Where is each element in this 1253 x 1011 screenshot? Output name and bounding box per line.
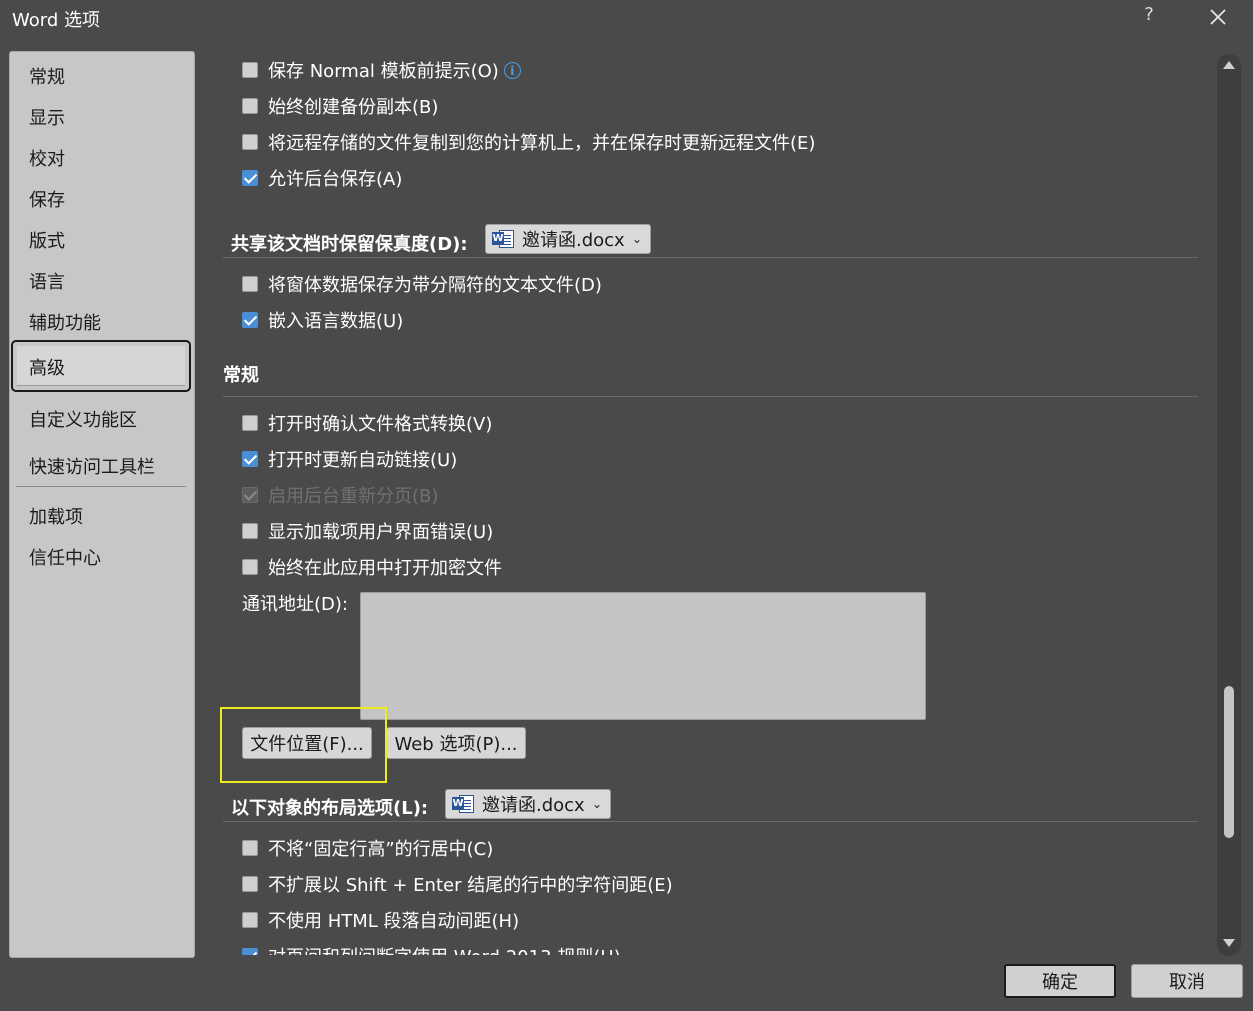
highlight-annotation [220, 707, 387, 783]
cancel-button[interactable]: 取消 [1131, 964, 1243, 998]
sidebar-item-accessibility[interactable]: 辅助功能 [10, 303, 194, 337]
word-document-icon: W [452, 794, 476, 814]
sidebar-divider [16, 486, 186, 487]
checkbox[interactable] [242, 98, 258, 114]
checkbox[interactable] [242, 840, 258, 856]
checkbox-disabled [242, 487, 258, 503]
title-bar: Word 选项 ? [0, 0, 1253, 36]
option-open-encrypted-files[interactable]: 始终在此应用中打开加密文件 [242, 553, 502, 581]
word-document-icon: W [492, 229, 516, 249]
checkbox[interactable] [242, 912, 258, 928]
sidebar-item-customize-ribbon[interactable]: 自定义功能区 [10, 400, 194, 434]
section-divider [223, 821, 1198, 822]
advanced-options-panel: 保存 Normal 模板前提示(O) i 始终创建备份副本(B) 将远程存储的文… [200, 40, 1210, 955]
sidebar-item-save[interactable]: 保存 [10, 180, 194, 214]
option-no-expand-shift-enter[interactable]: 不扩展以 Shift + Enter 结尾的行中的字符间距(E) [242, 870, 673, 898]
option-embed-linguistic-data[interactable]: 嵌入语言数据(U) [242, 306, 403, 334]
layout-document-dropdown[interactable]: W 邀请函.docx ⌄ [445, 789, 611, 819]
sidebar-item-typography[interactable]: 版式 [10, 221, 194, 255]
option-save-form-data[interactable]: 将窗体数据保存为带分隔符的文本文件(D) [242, 270, 602, 298]
window-title: Word 选项 [12, 10, 100, 31]
info-icon[interactable]: i [503, 61, 521, 79]
option-no-center-exact-rows[interactable]: 不将“固定行高”的行居中(C) [242, 834, 493, 862]
sidebar-item-quick-access-toolbar[interactable]: 快速访问工具栏 [10, 447, 194, 481]
checkbox-checked[interactable] [242, 312, 258, 328]
checkbox[interactable] [242, 415, 258, 431]
sidebar-item-trust-center[interactable]: 信任中心 [10, 538, 194, 572]
sidebar-item-display[interactable]: 显示 [10, 98, 194, 132]
chevron-down-icon: ⌄ [591, 797, 602, 811]
checkbox-checked[interactable] [242, 170, 258, 186]
option-prompt-save-normal[interactable]: 保存 Normal 模板前提示(O) i [242, 56, 521, 84]
scroll-up-arrow-icon[interactable] [1220, 56, 1238, 74]
checkbox[interactable] [242, 62, 258, 78]
checkbox[interactable] [242, 134, 258, 150]
mailing-address-label: 通讯地址(D): [242, 594, 348, 615]
general-section-heading: 常规 [223, 365, 259, 386]
mailing-address-input[interactable] [360, 592, 926, 720]
close-icon [1210, 9, 1226, 25]
sidebar-item-add-ins[interactable]: 加载项 [10, 497, 194, 531]
option-always-backup[interactable]: 始终创建备份副本(B) [242, 92, 438, 120]
sidebar-item-proofing[interactable]: 校对 [10, 139, 194, 173]
layout-section-heading: 以下对象的布局选项(L): [231, 798, 429, 819]
checkbox[interactable] [242, 559, 258, 575]
fidelity-document-dropdown[interactable]: W 邀请函.docx ⌄ [485, 224, 651, 254]
checkbox[interactable] [242, 876, 258, 892]
option-word2013-hyphenation[interactable]: 对页间和列间断字使用 Word 2013 规则(H) [242, 942, 621, 955]
option-no-html-auto-spacing[interactable]: 不使用 HTML 段落自动间距(H) [242, 906, 519, 934]
option-background-save[interactable]: 允许后台保存(A) [242, 164, 402, 192]
option-show-addin-errors[interactable]: 显示加载项用户界面错误(U) [242, 517, 493, 545]
section-divider [223, 396, 1198, 397]
section-divider [223, 257, 1198, 258]
category-sidebar: 常规 显示 校对 保存 版式 语言 辅助功能 高级 自定义功能区 快速访问工具栏… [9, 51, 195, 958]
help-button[interactable]: ? [1138, 4, 1160, 30]
ok-button[interactable]: 确定 [1004, 964, 1116, 998]
fidelity-section-heading: 共享该文档时保留保真度(D): [231, 234, 468, 255]
scroll-down-arrow-icon[interactable] [1220, 934, 1238, 952]
sidebar-item-general[interactable]: 常规 [10, 57, 194, 91]
scrollbar-thumb[interactable] [1224, 686, 1234, 838]
sidebar-item-advanced[interactable]: 高级 [11, 340, 191, 392]
checkbox[interactable] [242, 276, 258, 292]
web-options-button[interactable]: Web 选项(P)... [386, 727, 526, 759]
chevron-down-icon: ⌄ [631, 232, 642, 246]
sidebar-item-language[interactable]: 语言 [10, 262, 194, 296]
checkbox[interactable] [242, 523, 258, 539]
checkbox-checked[interactable] [242, 948, 258, 955]
option-update-links-on-open[interactable]: 打开时更新自动链接(U) [242, 445, 457, 473]
option-confirm-format-conversion[interactable]: 打开时确认文件格式转换(V) [242, 409, 492, 437]
option-background-repagination: 启用后台重新分页(B) [242, 481, 438, 509]
close-button[interactable] [1202, 2, 1234, 32]
checkbox-checked[interactable] [242, 451, 258, 467]
option-copy-remote-files[interactable]: 将远程存储的文件复制到您的计算机上，并在保存时更新远程文件(E) [242, 128, 815, 156]
